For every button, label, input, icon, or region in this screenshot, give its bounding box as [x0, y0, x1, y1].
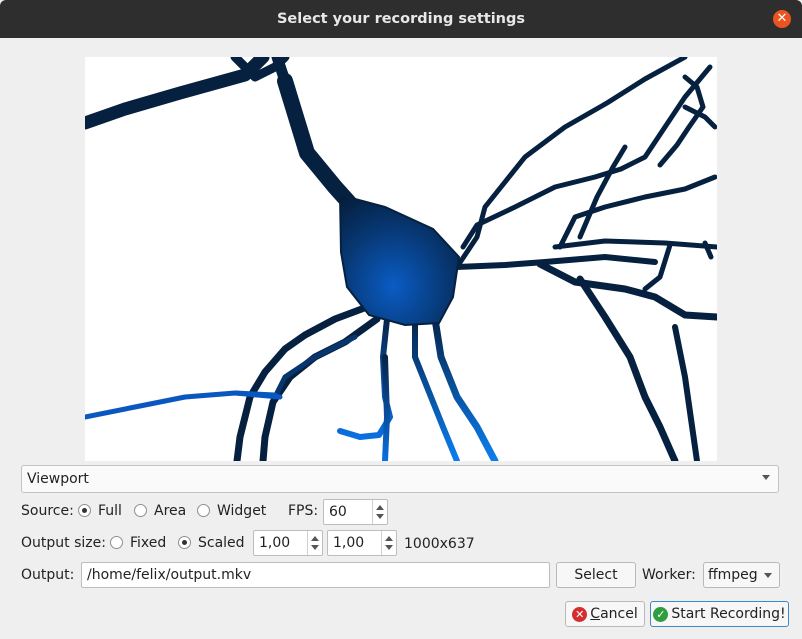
chevron-down-icon	[764, 573, 772, 578]
scale-y-stepper[interactable]	[381, 531, 396, 555]
fps-value: 60	[329, 504, 347, 520]
stepper-down-icon[interactable]	[311, 545, 319, 550]
scale-y-value: 1,00	[333, 535, 365, 551]
output-size-fixed-label[interactable]: Fixed	[130, 535, 166, 551]
scale-x-stepper[interactable]	[307, 531, 322, 555]
source-widget-radio[interactable]	[197, 504, 210, 517]
cancel-button-label: Cancel	[590, 606, 638, 622]
output-resolution: 1000x637	[404, 536, 475, 552]
fps-spinbox[interactable]: 60	[323, 499, 388, 525]
worker-combo-value: ffmpeg	[708, 567, 758, 583]
scale-x-value: 1,00	[259, 535, 291, 551]
output-size-scaled-label[interactable]: Scaled	[198, 535, 245, 551]
output-size-fixed-radio[interactable]	[110, 536, 123, 549]
source-widget-label[interactable]: Widget	[217, 503, 266, 519]
select-button[interactable]: Select	[556, 562, 636, 588]
fps-label: FPS:	[288, 503, 319, 519]
source-label: Source:	[21, 503, 74, 519]
title-bar: Select your recording settings ✕	[0, 0, 802, 38]
source-full-label[interactable]: Full	[98, 503, 122, 519]
source-combo[interactable]: Viewport	[21, 465, 779, 493]
source-area-radio[interactable]	[134, 504, 147, 517]
output-size-scaled-radio[interactable]	[178, 536, 191, 549]
stepper-up-icon[interactable]	[311, 536, 319, 541]
window-title: Select your recording settings	[276, 11, 525, 27]
checkmark-icon: ✓	[653, 606, 669, 622]
stepper-down-icon[interactable]	[376, 514, 384, 519]
output-label: Output:	[21, 567, 75, 583]
source-full-radio[interactable]	[78, 504, 91, 517]
output-path-field[interactable]: /home/felix/output.mkv	[81, 562, 550, 588]
start-recording-button[interactable]: ✓ Start Recording!	[650, 601, 789, 627]
source-combo-value: Viewport	[27, 471, 89, 487]
stepper-up-icon[interactable]	[376, 505, 384, 510]
stepper-up-icon[interactable]	[385, 536, 393, 541]
viewport-preview	[85, 57, 717, 461]
source-area-label[interactable]: Area	[154, 503, 186, 519]
start-recording-label: Start Recording!	[671, 606, 786, 622]
output-path-value: /home/felix/output.mkv	[87, 567, 252, 583]
neuron-render	[85, 57, 717, 461]
select-button-label: Select	[574, 567, 618, 583]
scale-y-spinbox[interactable]: 1,00	[327, 530, 397, 556]
chevron-down-icon	[762, 475, 770, 480]
stepper-down-icon[interactable]	[385, 545, 393, 550]
worker-label: Worker:	[642, 567, 696, 583]
scale-x-spinbox[interactable]: 1,00	[253, 530, 323, 556]
cancel-button[interactable]: ✕ Cancel	[565, 601, 645, 627]
output-size-label: Output size:	[21, 535, 106, 551]
worker-combo[interactable]: ffmpeg	[703, 562, 780, 588]
close-icon[interactable]: ✕	[773, 10, 791, 28]
cancel-icon: ✕	[572, 606, 588, 622]
fps-stepper[interactable]	[372, 500, 387, 524]
